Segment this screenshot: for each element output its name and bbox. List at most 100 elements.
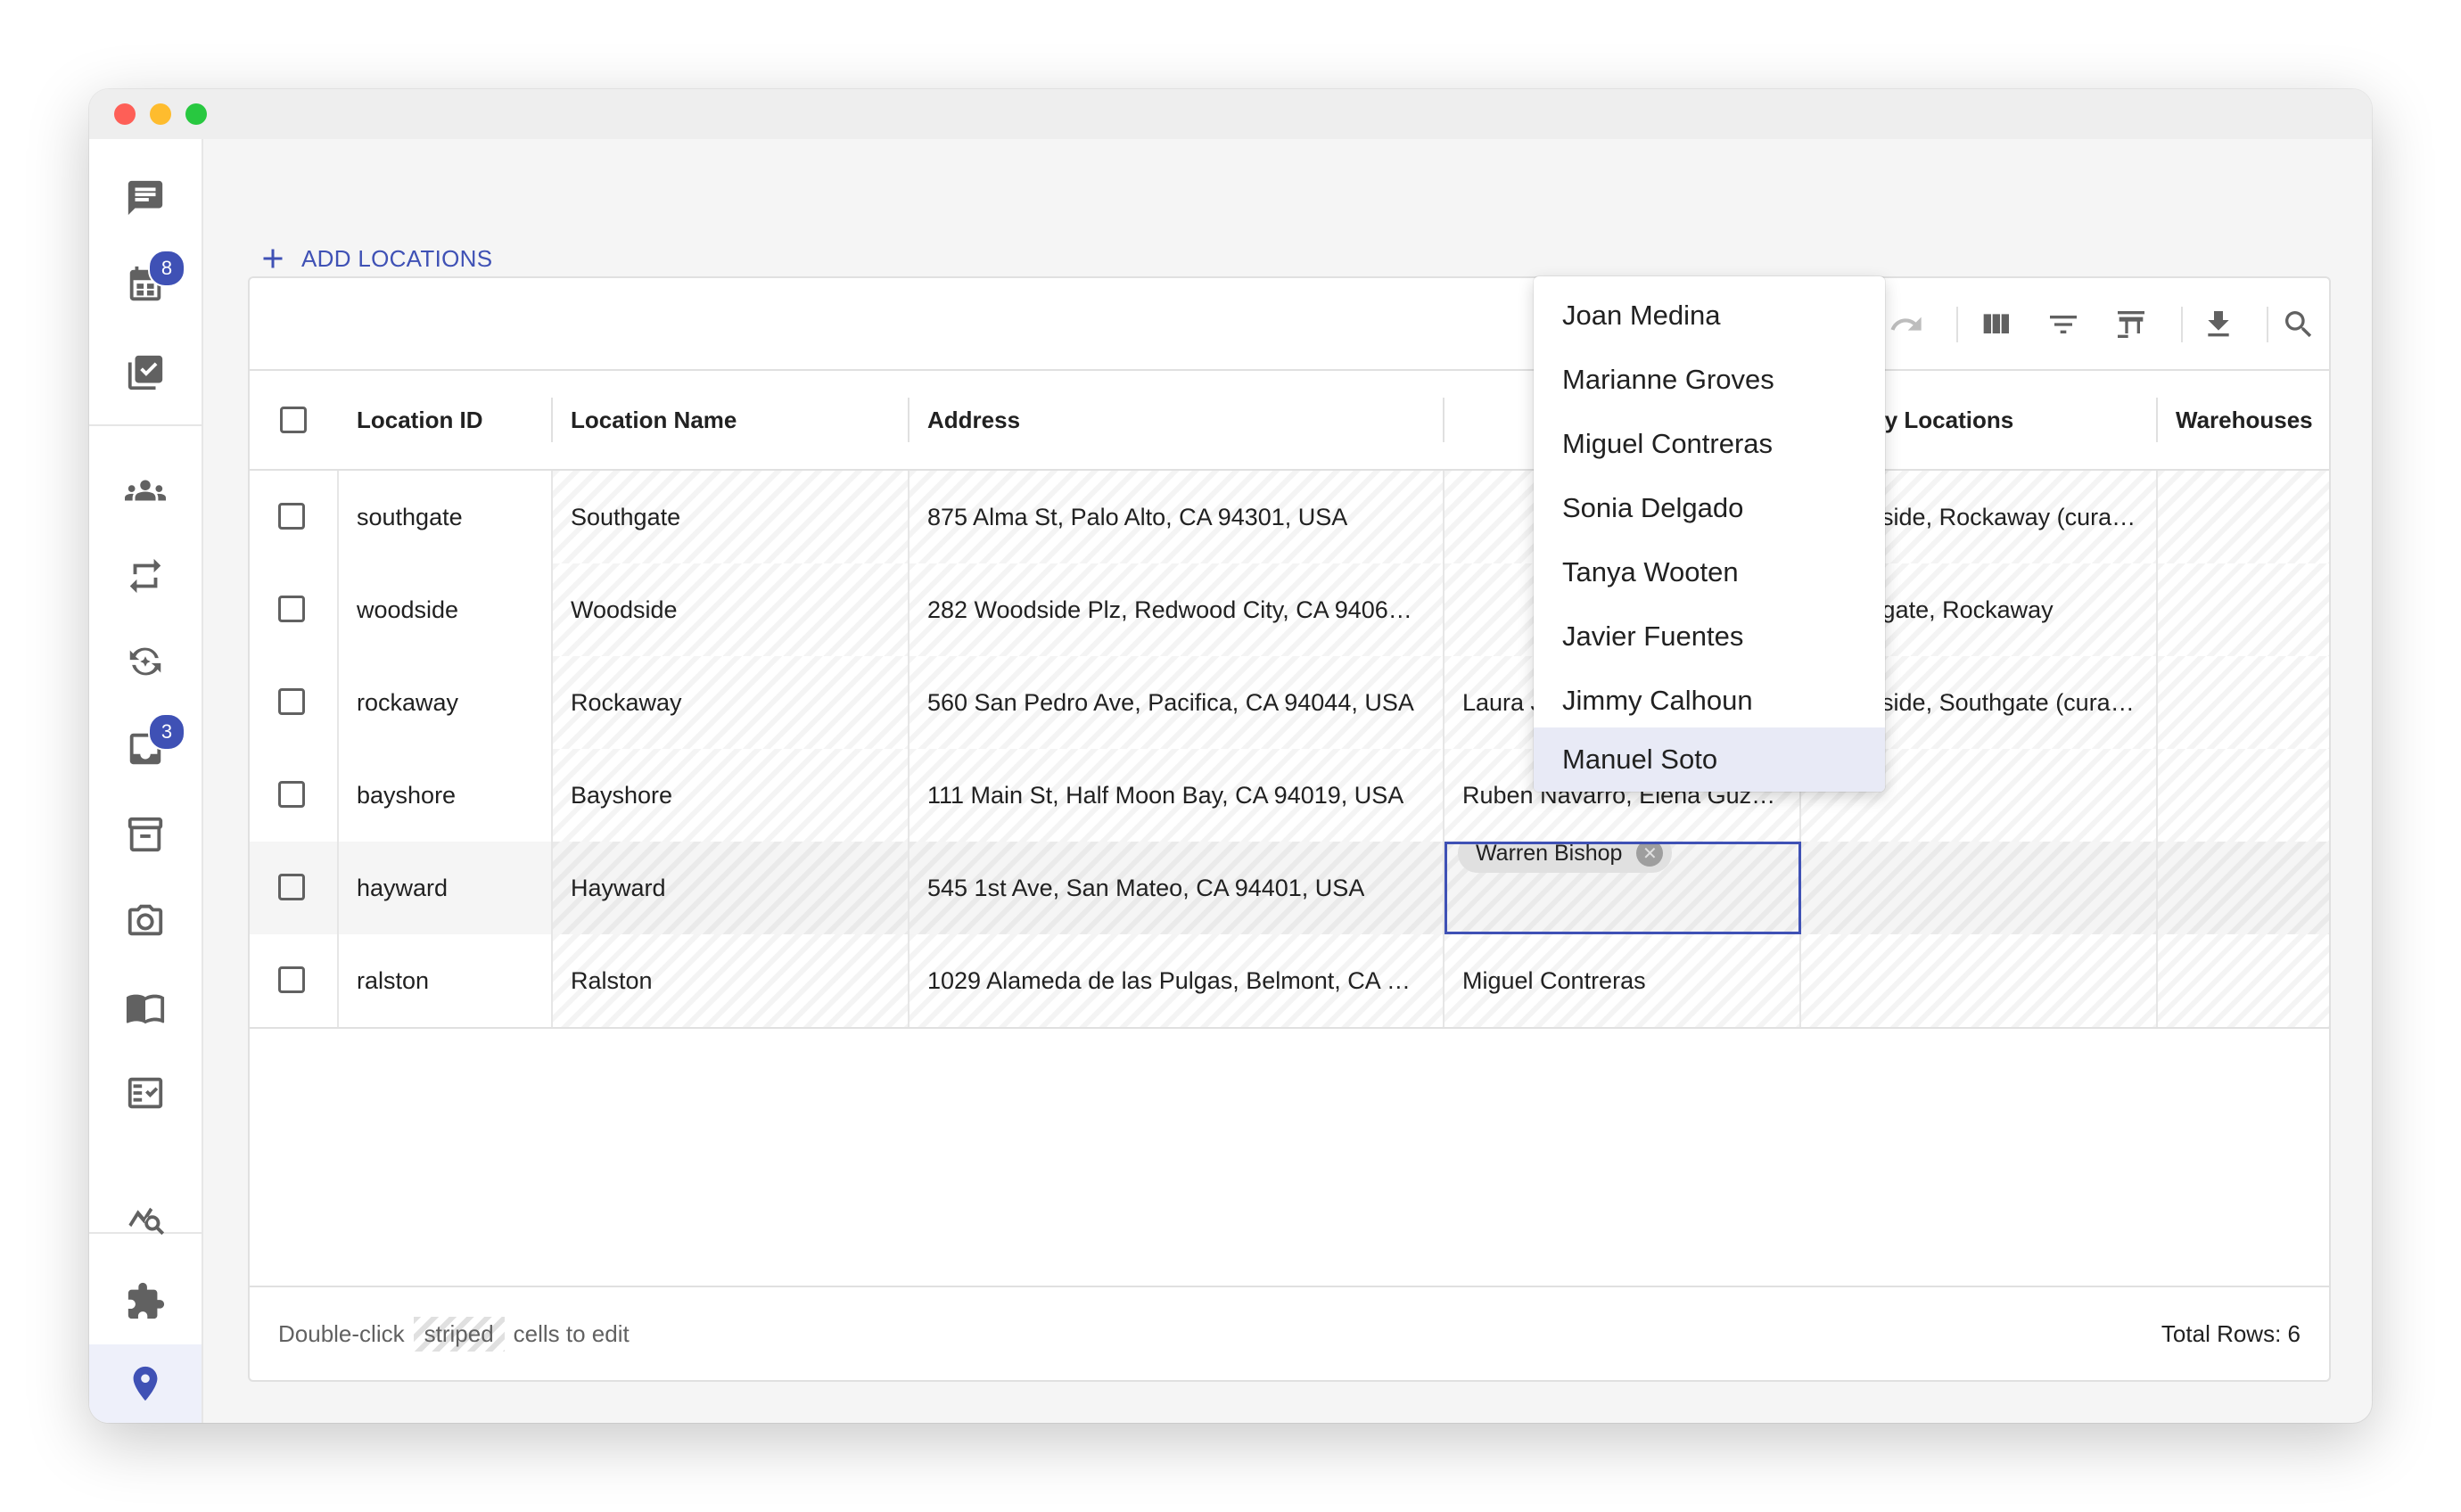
table-row[interactable]: rockaway Rockaway 560 San Pedro Ave, Pac… [250, 656, 2329, 751]
table-row[interactable]: hayward Hayward 545 1st Ave, San Mateo, … [250, 842, 2329, 936]
cell-people[interactable]: Miguel Contreras [1444, 934, 1801, 1027]
sidebar-item-archive[interactable] [89, 795, 202, 874]
cell-address[interactable]: 875 Alma St, Palo Alto, CA 94301, USA [910, 471, 1444, 563]
cell-warehouses[interactable] [2158, 934, 2329, 1027]
row-checkbox[interactable] [278, 874, 305, 900]
menu-option[interactable]: Jimmy Calhoun [1534, 669, 1885, 733]
total-rows: Total Rows: 6 [2161, 1319, 2300, 1347]
row-checkbox[interactable] [278, 781, 305, 808]
row-select-cell [250, 749, 339, 842]
cell-warehouses[interactable] [2158, 471, 2329, 563]
cell-address[interactable]: 282 Woodside Plz, Redwood City, CA 9406… [910, 563, 1444, 656]
search-button[interactable] [2279, 305, 2318, 344]
row-checkbox[interactable] [278, 596, 305, 622]
cell-location-name[interactable]: Ralston [553, 934, 910, 1027]
add-locations-label: ADD LOCATIONS [301, 244, 493, 272]
cell-nearby-locations[interactable] [1801, 934, 2158, 1027]
swap-rows-icon [2118, 311, 2144, 338]
menu-option[interactable]: Miguel Contreras [1534, 412, 1885, 476]
location-pin-icon [133, 1366, 158, 1401]
menu-option[interactable]: Tanya Wooten [1534, 540, 1885, 604]
puzzle-icon [128, 1282, 165, 1319]
person-chip[interactable]: Warren Bishop ✕ [1458, 844, 1673, 873]
grid-toolbar [250, 278, 2329, 371]
filter-list-icon [2050, 316, 2077, 333]
select-all-header [250, 371, 339, 469]
cell-warehouses[interactable] [2158, 563, 2329, 656]
menu-option[interactable]: Joan Medina [1534, 284, 1885, 348]
columns-button[interactable] [1976, 305, 2015, 344]
striped-sample: striped [413, 1316, 505, 1352]
sidebar-item-ai[interactable] [89, 622, 202, 701]
menu-option[interactable]: Marianne Groves [1534, 348, 1885, 412]
sidebar-item-groups[interactable] [89, 451, 202, 530]
cell-location-id[interactable]: rockaway [339, 656, 553, 749]
table-row[interactable]: ralston Ralston 1029 Alameda de las Pulg… [250, 934, 2329, 1029]
book-icon [126, 994, 165, 1024]
cell-warehouses[interactable] [2158, 842, 2329, 934]
menu-option[interactable]: Sonia Delgado [1534, 476, 1885, 540]
sidebar-item-analytics[interactable] [89, 1177, 202, 1255]
row-checkbox[interactable] [278, 688, 305, 715]
cell-location-id[interactable]: bayshore [339, 749, 553, 842]
export-button[interactable] [2199, 305, 2238, 344]
cell-location-id[interactable]: ralston [339, 934, 553, 1027]
row-checkbox[interactable] [278, 503, 305, 530]
cell-address[interactable]: 1029 Alameda de las Pulgas, Belmont, CA … [910, 934, 1444, 1027]
cell-location-id[interactable]: southgate [339, 471, 553, 563]
checklist-icon [128, 355, 163, 390]
cell-address[interactable]: 111 Main St, Half Moon Bay, CA 94019, US… [910, 749, 1444, 842]
sidebar-item-docs[interactable] [89, 968, 202, 1047]
query-stats-icon [128, 1207, 165, 1236]
cell-people-editing[interactable]: Warren Bishop ✕ [1444, 842, 1801, 934]
column-header-warehouses[interactable]: Warehouses [2158, 371, 2329, 469]
minimize-window-button[interactable] [150, 103, 171, 125]
toolbar-separator [2267, 307, 2268, 342]
cell-nearby-locations[interactable] [1801, 842, 2158, 934]
redo-button[interactable] [1887, 305, 1926, 344]
table-row[interactable]: woodside Woodside 282 Woodside Plz, Redw… [250, 563, 2329, 658]
sidebar-item-tasks[interactable] [89, 333, 202, 412]
app-window: 8 3 ADD LOCATIONS Location ID Location N… [89, 89, 2372, 1423]
sidebar-item-locations[interactable] [89, 1344, 202, 1423]
column-header-location-id[interactable]: Location ID [339, 371, 553, 469]
table-row[interactable]: southgate Southgate 875 Alma St, Palo Al… [250, 471, 2329, 565]
chip-remove-icon[interactable]: ✕ [1636, 844, 1664, 867]
cell-location-id[interactable]: woodside [339, 563, 553, 656]
select-all-checkbox[interactable] [280, 407, 307, 433]
edit-hint: Double-click striped cells to edit [278, 1287, 630, 1380]
density-button[interactable] [2111, 305, 2151, 344]
menu-option[interactable]: Javier Fuentes [1534, 604, 1885, 669]
sidebar-item-messages[interactable] [89, 159, 202, 237]
column-header-address[interactable]: Address [910, 371, 1444, 469]
sidebar-item-inbox[interactable]: 3 [89, 710, 202, 788]
close-window-button[interactable] [114, 103, 136, 125]
cell-location-name[interactable]: Southgate [553, 471, 910, 563]
cell-location-name[interactable]: Woodside [553, 563, 910, 656]
sidebar-item-camera[interactable] [89, 881, 202, 959]
cell-warehouses[interactable] [2158, 749, 2329, 842]
plus-icon [263, 249, 283, 268]
cell-location-name[interactable]: Bayshore [553, 749, 910, 842]
cell-warehouses[interactable] [2158, 656, 2329, 749]
cell-location-name[interactable]: Hayward [553, 842, 910, 934]
cell-location-name[interactable]: Rockaway [553, 656, 910, 749]
sparkle-refresh-icon [129, 647, 161, 676]
cell-address[interactable]: 560 San Pedro Ave, Pacifica, CA 94044, U… [910, 656, 1444, 749]
menu-option-selected[interactable]: Manuel Soto [1534, 727, 1885, 792]
sidebar-item-plugins[interactable] [89, 1262, 202, 1341]
row-select-cell [250, 563, 339, 656]
download-icon [2208, 311, 2229, 337]
row-checkbox[interactable] [278, 966, 305, 993]
sidebar-item-forms[interactable] [89, 1054, 202, 1132]
cell-address[interactable]: 545 1st Ave, San Mateo, CA 94401, USA [910, 842, 1444, 934]
column-header-location-name[interactable]: Location Name [553, 371, 910, 469]
sidebar-divider [89, 424, 202, 426]
filter-button[interactable] [2044, 305, 2083, 344]
sidebar-item-transfers[interactable] [89, 537, 202, 615]
sidebar-item-schedule[interactable]: 8 [89, 246, 202, 325]
sidebar: 8 3 [89, 139, 203, 1423]
cell-location-id[interactable]: hayward [339, 842, 553, 934]
table-row[interactable]: bayshore Bayshore 111 Main St, Half Moon… [250, 749, 2329, 843]
maximize-window-button[interactable] [185, 103, 207, 125]
